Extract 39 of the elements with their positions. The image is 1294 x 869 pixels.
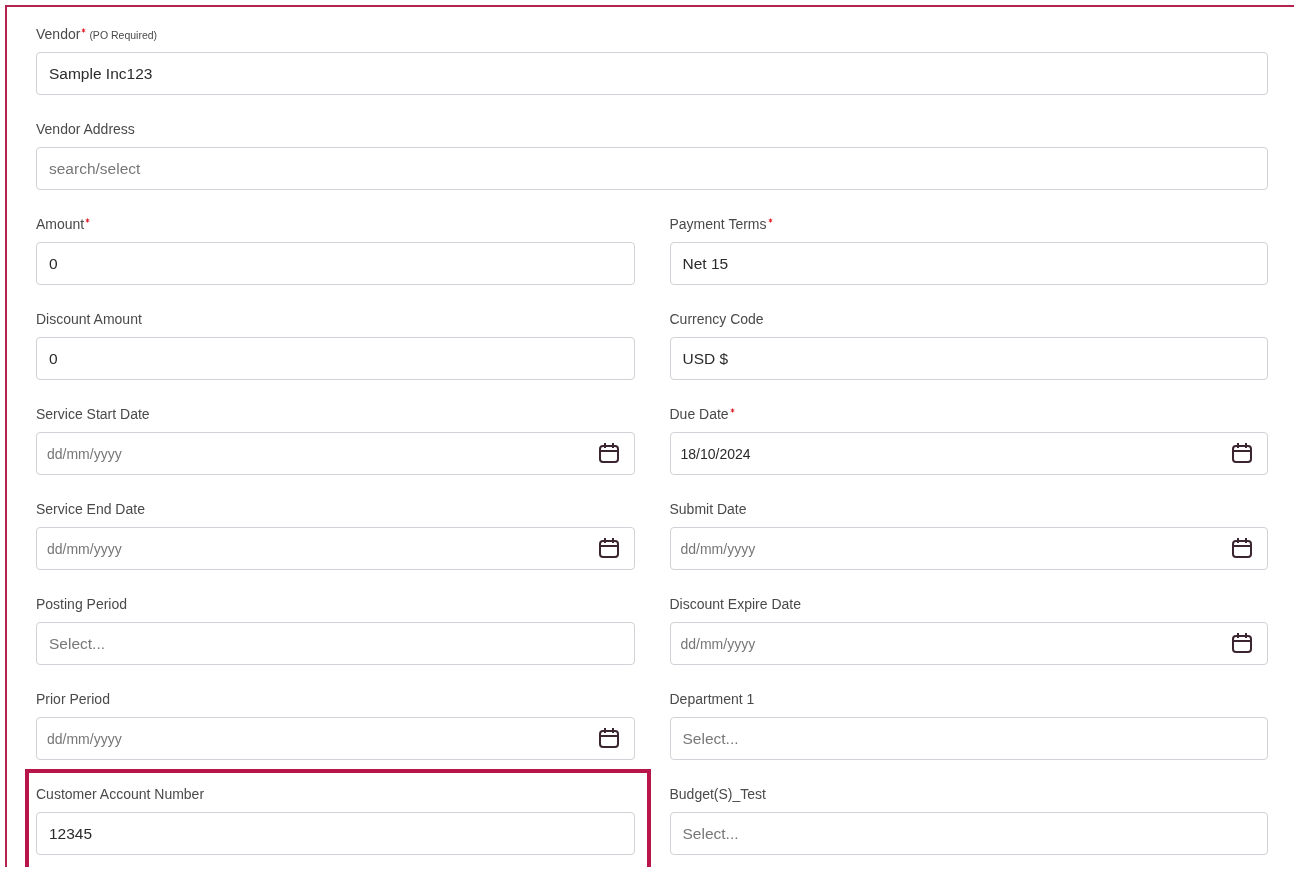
field-label: Service Start Date	[36, 405, 150, 424]
input-field[interactable]: USD $	[669, 337, 1268, 380]
field-label: Posting Period	[36, 595, 128, 614]
date-field[interactable]: dd/mm/yyyy	[36, 432, 635, 475]
field-label: Due Date	[669, 405, 729, 424]
input-field[interactable]: Select...	[36, 622, 635, 665]
field-label: Prior Period	[36, 690, 110, 709]
date-field[interactable]: 18/10/2024	[669, 432, 1268, 475]
input-field[interactable]: Sample Inc123	[36, 52, 1268, 95]
input-field[interactable]: Select...	[669, 812, 1268, 855]
field-label: Vendor Address	[36, 120, 135, 139]
field-label: Payment Terms	[669, 215, 767, 234]
calendar-icon[interactable]	[1230, 631, 1254, 655]
field-label: Budget(S)_Test	[669, 785, 766, 804]
field-label: Submit Date	[669, 500, 747, 519]
calendar-icon[interactable]	[1230, 536, 1254, 560]
field-label: Discount Expire Date	[669, 595, 801, 614]
field-label: Customer Account Number	[36, 785, 205, 804]
field-label: Amount	[36, 215, 85, 234]
calendar-icon[interactable]	[596, 441, 621, 465]
input-field[interactable]: search/select	[36, 147, 1268, 190]
field-label: Department 1	[669, 690, 755, 709]
field-label: Vendor	[36, 25, 81, 44]
field-label: Currency Code	[669, 310, 764, 329]
input-field[interactable]: 12345	[36, 812, 635, 855]
date-field[interactable]: dd/mm/yyyy	[36, 527, 635, 570]
field-label: Service End Date	[36, 500, 145, 519]
calendar-icon[interactable]	[1230, 441, 1254, 465]
date-field[interactable]: dd/mm/yyyy	[669, 622, 1268, 665]
field-label: Discount Amount	[36, 310, 142, 329]
input-field[interactable]: 0	[36, 337, 635, 380]
calendar-icon[interactable]	[596, 726, 621, 750]
field-note: (PO Required)	[89, 28, 158, 43]
date-field[interactable]: dd/mm/yyyy	[669, 527, 1268, 570]
input-field[interactable]: Select...	[669, 717, 1268, 760]
date-field[interactable]: dd/mm/yyyy	[36, 717, 635, 760]
calendar-icon[interactable]	[596, 536, 621, 560]
input-field[interactable]: Net 15	[669, 242, 1268, 285]
input-field[interactable]: 0	[36, 242, 635, 285]
